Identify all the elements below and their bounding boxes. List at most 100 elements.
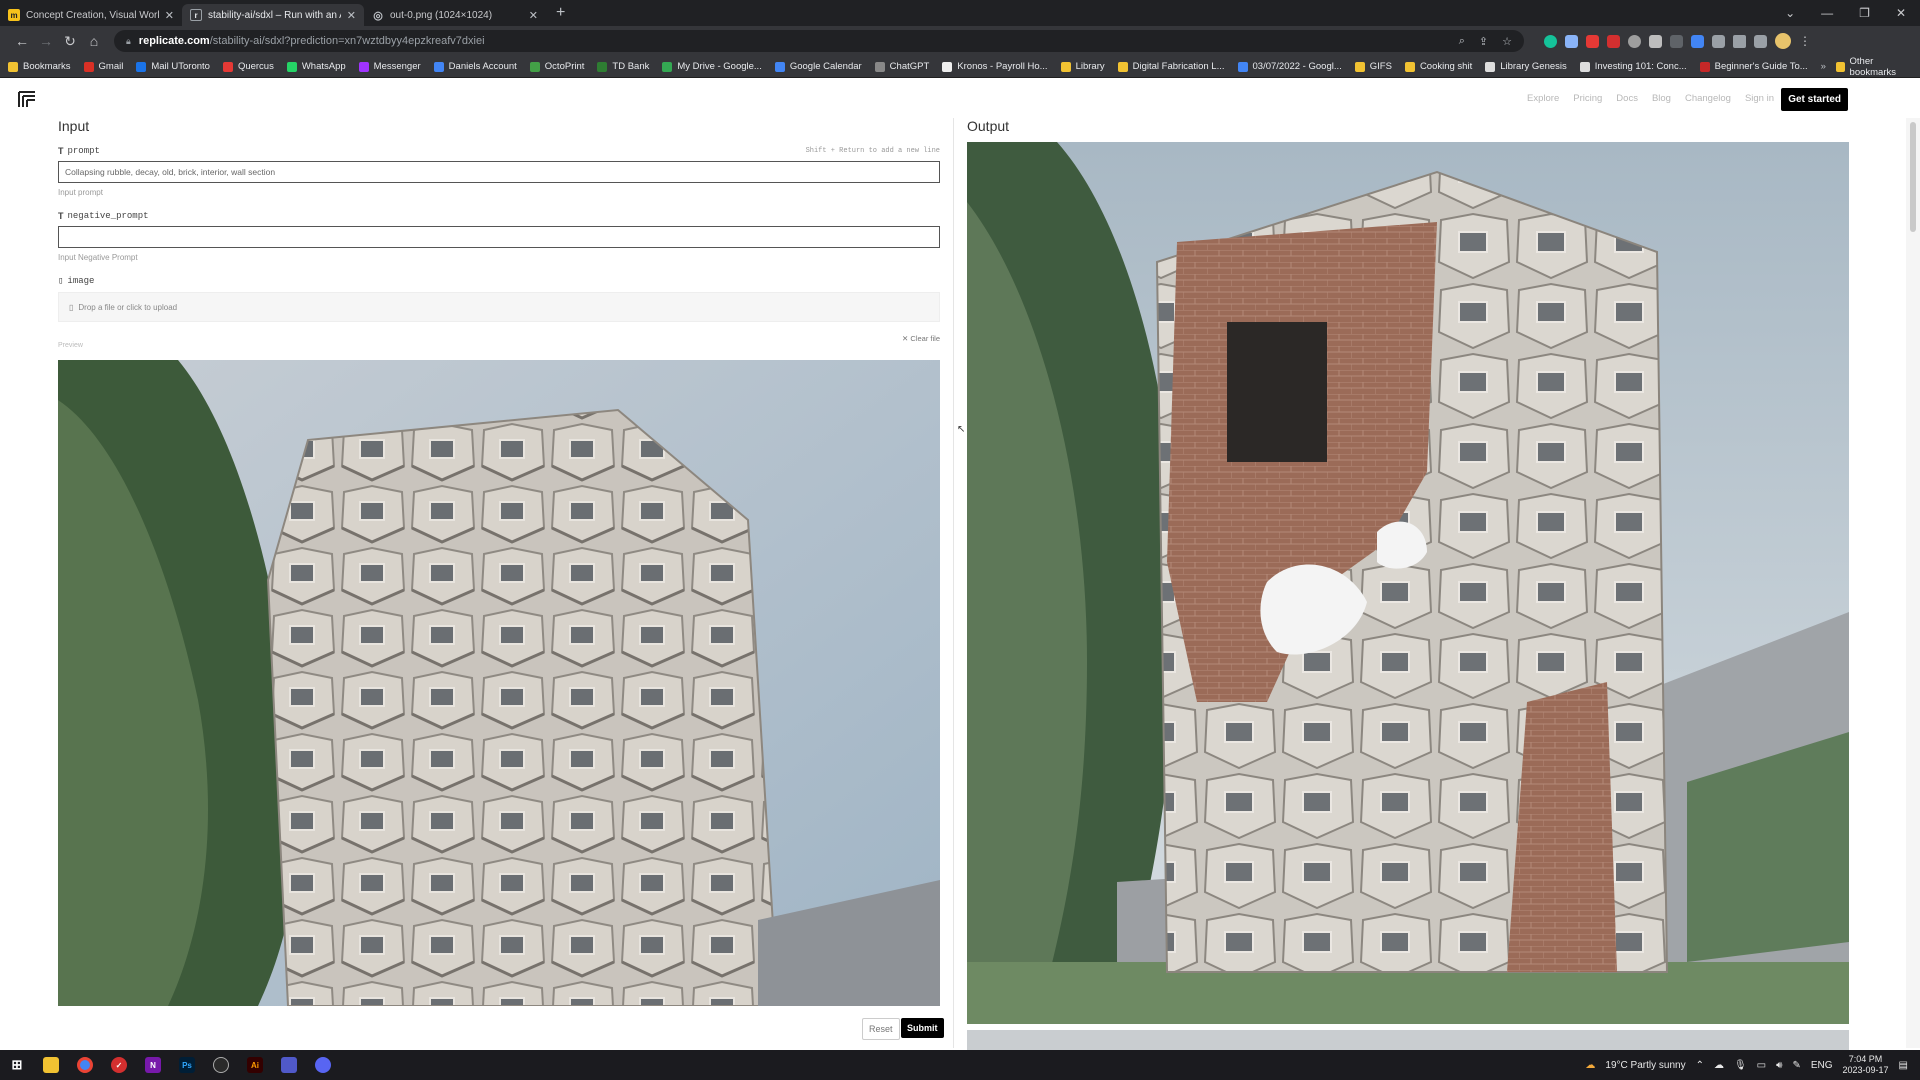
nav-link-changelog[interactable]: Changelog [1685,93,1731,104]
close-window-icon[interactable]: ✕ [1896,6,1906,20]
extension-icon[interactable] [1691,34,1704,48]
download-icon[interactable] [1733,34,1746,48]
other-bookmarks-label: Other bookmarks [1849,55,1896,78]
address-bar[interactable]: 🔒︎ replicate.com/stability-ai/sdxl?predi… [114,30,1524,52]
bookmark-item[interactable]: Kronos - Payroll Ho... [942,61,1048,72]
notifications-icon[interactable]: ▤ [1899,1060,1908,1071]
bookmark-item[interactable]: Mail UToronto [136,61,210,72]
nav-link-pricing[interactable]: Pricing [1573,93,1602,104]
bookmark-label: Bookmarks [23,61,71,72]
bookmark-item[interactable]: WhatsApp [286,61,346,72]
bookmark-item[interactable]: OctoPrint [529,61,584,72]
bookmark-item[interactable]: Messenger [358,61,421,72]
extension-icon[interactable] [1628,34,1641,48]
star-icon[interactable]: ☆ [1502,35,1512,48]
nav-link-docs[interactable]: Docs [1616,93,1638,104]
bookmark-favicon-icon [1354,61,1365,72]
teams-icon[interactable] [272,1050,306,1080]
reset-button[interactable]: Reset [862,1018,900,1040]
close-icon[interactable]: ✕ [529,9,538,22]
volume-icon[interactable]: 🔊︎ [1776,1060,1782,1071]
browser-tab-image[interactable]: ◎ out-0.png (1024×1024) ✕ [364,4,546,26]
illustrator-icon[interactable]: Ai [238,1050,272,1080]
bookmark-item[interactable]: My Drive - Google... [662,61,762,72]
restore-icon[interactable]: ❐ [1859,6,1870,20]
profile-avatar[interactable] [1775,33,1791,49]
todo-icon[interactable]: ✓ [102,1050,136,1080]
bookmark-item[interactable]: Gmail [83,61,123,72]
close-icon[interactable]: ✕ [347,9,356,22]
menu-icon[interactable]: ⋮ [1799,34,1811,48]
nav-link-sign-in[interactable]: Sign in [1745,93,1774,104]
steam-icon[interactable] [204,1050,238,1080]
extension-icon[interactable] [1565,34,1578,48]
share-icon[interactable]: ⇪ [1479,35,1488,48]
bookmark-item[interactable]: Library [1060,61,1105,72]
back-icon[interactable]: ← [10,33,34,49]
browser-tab-concept[interactable]: m Concept Creation, Visual Worksp ✕ [0,4,182,26]
forward-icon[interactable]: → [34,33,58,49]
side-panel-icon[interactable] [1754,34,1767,48]
chrome-icon[interactable] [68,1050,102,1080]
bookmark-item[interactable]: Beginner's Guide To... [1699,61,1808,72]
tab-search-icon[interactable]: ⌄ [1785,6,1795,20]
bookmark-item[interactable]: Daniels Account [433,61,517,72]
network-icon[interactable]: ▭ [1757,1060,1766,1071]
close-icon[interactable]: ✕ [165,9,174,22]
clear-file-button[interactable]: ✕ Clear file [902,334,940,343]
scrollbar-thumb[interactable] [1910,122,1916,232]
negative-prompt-input[interactable] [58,226,940,248]
bookmark-item[interactable]: Investing 101: Conc... [1579,61,1687,72]
bookmark-item[interactable]: Google Calendar [774,61,862,72]
download-ext-icon[interactable] [1649,34,1662,48]
discord-icon[interactable] [306,1050,340,1080]
nav-link-explore[interactable]: Explore [1527,93,1559,104]
negative-prompt-label-text: negative_prompt [67,211,149,221]
photoshop-icon[interactable]: Ps [170,1050,204,1080]
replicate-logo-icon[interactable] [18,90,36,108]
extension-icon[interactable] [1586,34,1599,48]
reload-icon[interactable]: ↻ [58,33,82,50]
zoom-icon[interactable]: ⌕ [1459,35,1465,48]
file-explorer-icon[interactable] [34,1050,68,1080]
output-image[interactable] [967,142,1849,1024]
weather-text[interactable]: 19°C Partly sunny [1605,1060,1685,1071]
bookmark-item[interactable]: Quercus [222,61,274,72]
file-upload-dropzone[interactable]: ▯ Drop a file or click to upload [58,292,940,322]
more-bookmarks-icon[interactable]: » [1821,61,1826,72]
grammarly-icon[interactable] [1544,34,1557,48]
bookmark-item[interactable]: GIFS [1354,61,1392,72]
language-indicator[interactable]: ENG [1811,1060,1833,1071]
page-scrollbar[interactable] [1906,118,1920,1048]
bookmark-label: Library Genesis [1500,61,1567,72]
onedrive-icon[interactable]: ☁ [1714,1060,1724,1071]
browser-tab-sdxl[interactable]: r stability-ai/sdxl – Run with an AP ✕ [182,4,364,26]
pen-extension-icon[interactable] [1607,34,1620,48]
bookmark-item[interactable]: Bookmarks [8,61,71,72]
pen-icon[interactable]: ✎ [1792,1060,1800,1071]
tray-chevron-icon[interactable]: ⌃ [1696,1060,1704,1071]
nav-link-blog[interactable]: Blog [1652,93,1671,104]
home-icon[interactable]: ⌂ [82,33,106,49]
bookmark-item[interactable]: ChatGPT [874,61,929,72]
bookmark-favicon-icon [358,61,369,72]
bookmark-favicon-icon [1579,61,1590,72]
bookmark-item[interactable]: Cooking shit [1404,61,1472,72]
bookmark-item[interactable]: TD Bank [597,61,649,72]
bookmark-item[interactable]: Library Genesis [1485,61,1567,72]
bookmark-item[interactable]: Digital Fabrication L... [1117,61,1225,72]
puzzle-icon[interactable] [1712,34,1725,48]
onenote-icon[interactable]: N [136,1050,170,1080]
clock[interactable]: 7:04 PM 2023-09-17 [1843,1054,1889,1076]
other-bookmarks[interactable]: » Other bookmarks [1821,56,1912,78]
windows-start-icon[interactable]: ⊞ [0,1050,34,1080]
minimize-icon[interactable]: — [1821,6,1833,20]
bookmark-favicon-icon [136,61,147,72]
bookmark-item[interactable]: 03/07/2022 - Googl... [1237,61,1342,72]
new-tab-icon[interactable]: + [556,4,565,22]
submit-button[interactable]: Submit [901,1018,944,1038]
extension-icon[interactable] [1670,34,1683,48]
prompt-input[interactable]: Collapsing rubble, decay, old, brick, in… [58,161,940,183]
microphone-icon[interactable]: 🎙︎ [1734,1060,1747,1071]
get-started-button[interactable]: Get started [1781,88,1848,111]
